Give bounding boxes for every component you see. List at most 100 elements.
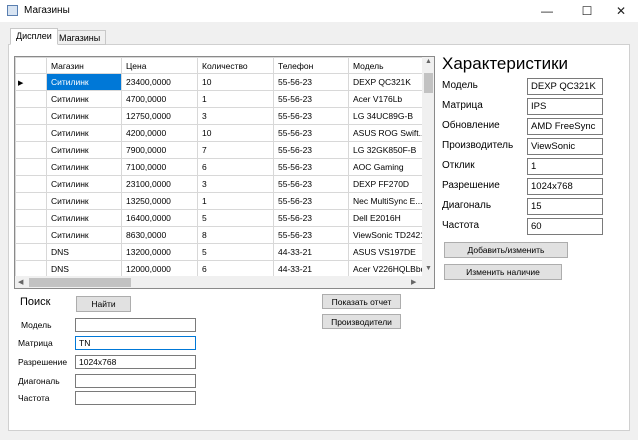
grid-cell[interactable]: 12000,0000: [121, 260, 198, 278]
close-button[interactable]: ✕: [606, 0, 636, 22]
grid-cell[interactable]: 8630,0000: [121, 226, 198, 244]
table-row[interactable]: Ситилинк 12750,0000 3 55-56-23 LG 34UC89G-B: [15, 107, 431, 125]
grid-cell[interactable]: 23400,0000: [121, 73, 198, 91]
grid-cell[interactable]: Ситилинк: [46, 226, 122, 244]
grid-cell[interactable]: Dell E2016H: [348, 209, 431, 227]
table-row[interactable]: Ситилинк 7100,0000 6 55-56-23 AOC Gaming: [15, 158, 431, 176]
grid-cell[interactable]: 55-56-23: [273, 90, 349, 108]
table-row[interactable]: Ситилинк 4700,0000 1 55-56-23 Acer V176Lb: [15, 90, 431, 108]
grid-cell[interactable]: Ситилинк: [46, 124, 122, 142]
grid-cell[interactable]: 8: [197, 226, 274, 244]
row-header[interactable]: [15, 90, 47, 108]
table-row[interactable]: DNS 12000,0000 6 44-33-21 Acer V226HQLBbd: [15, 260, 431, 278]
row-header[interactable]: [15, 243, 47, 261]
grid-cell[interactable]: 55-56-23: [273, 107, 349, 125]
table-row[interactable]: Ситилинк 13250,0000 1 55-56-23 Nec MultiSync…: [15, 192, 431, 210]
grid-cell[interactable]: 6: [197, 158, 274, 176]
grid-cell[interactable]: Ситилинк: [46, 192, 122, 210]
grid-cell[interactable]: 13250,0000: [121, 192, 198, 210]
table-row[interactable]: Ситилинк 23100,0000 3 55-56-23 DEXP FF270D: [15, 175, 431, 193]
grid-cell[interactable]: Acer V226HQLBbd: [348, 260, 431, 278]
minimize-button[interactable]: —: [532, 0, 562, 22]
spec-input[interactable]: IPS: [527, 98, 603, 115]
search-input[interactable]: 1024x768: [75, 355, 196, 369]
grid-cell[interactable]: Ситилинк: [46, 141, 122, 159]
find-button[interactable]: Найти: [76, 296, 131, 312]
scroll-left-icon[interactable]: ◀: [18, 278, 23, 286]
grid-cell[interactable]: 4700,0000: [121, 90, 198, 108]
grid-cell[interactable]: 6: [197, 260, 274, 278]
grid-cell[interactable]: 55-56-23: [273, 226, 349, 244]
add-edit-button[interactable]: Добавить/изменить: [444, 242, 568, 258]
grid-cell[interactable]: 55-56-23: [273, 192, 349, 210]
table-row[interactable]: Ситилинк 8630,0000 8 55-56-23 ViewSonic TD24…: [15, 226, 431, 244]
vertical-scroll-thumb[interactable]: [424, 73, 433, 93]
grid-cell[interactable]: Ситилинк: [46, 158, 122, 176]
spec-input[interactable]: 1: [527, 158, 603, 175]
row-header[interactable]: [15, 209, 47, 227]
table-row[interactable]: Ситилинк 16400,0000 5 55-56-23 Dell E2016H: [15, 209, 431, 227]
manufacturers-button[interactable]: Производители: [322, 314, 401, 329]
grid-cell[interactable]: 10: [197, 73, 274, 91]
row-header[interactable]: [15, 226, 47, 244]
tab-shops[interactable]: Магазины: [53, 30, 107, 45]
grid-cell[interactable]: 23100,0000: [121, 175, 198, 193]
grid-cell[interactable]: 10: [197, 124, 274, 142]
table-row[interactable]: Ситилинк 7900,0000 7 55-56-23 LG 32GK850F-B: [15, 141, 431, 159]
grid-cell[interactable]: 4200,0000: [121, 124, 198, 142]
spec-input[interactable]: 60: [527, 218, 603, 235]
grid-cell[interactable]: Ситилинк: [46, 73, 122, 91]
row-header[interactable]: [15, 175, 47, 193]
row-header[interactable]: [15, 141, 47, 159]
column-header[interactable]: Телефон: [273, 57, 349, 74]
search-input[interactable]: [75, 318, 196, 332]
grid-cell[interactable]: LG 34UC89G-B: [348, 107, 431, 125]
grid-cell[interactable]: 5: [197, 243, 274, 261]
grid-cell[interactable]: 1: [197, 192, 274, 210]
column-header[interactable]: Магазин: [46, 57, 122, 74]
grid-cell[interactable]: 55-56-23: [273, 73, 349, 91]
search-input[interactable]: [75, 374, 196, 388]
tab-displays[interactable]: Дисплеи: [10, 28, 58, 45]
column-header[interactable]: Цена: [121, 57, 198, 74]
row-header[interactable]: [15, 158, 47, 176]
column-header[interactable]: Количество: [197, 57, 274, 74]
grid-cell[interactable]: 7: [197, 141, 274, 159]
row-header[interactable]: [15, 107, 47, 125]
spec-input[interactable]: DEXP QC321K: [527, 78, 603, 95]
grid-cell[interactable]: Acer V176Lb: [348, 90, 431, 108]
data-grid[interactable]: Магазин Цена Количество Телефон Модель ▶ Сити…: [14, 56, 435, 289]
grid-cell[interactable]: 55-56-23: [273, 209, 349, 227]
grid-cell[interactable]: ASUS VS197DE: [348, 243, 431, 261]
grid-cell[interactable]: Nec MultiSync E...: [348, 192, 431, 210]
grid-cell[interactable]: 1: [197, 90, 274, 108]
search-input[interactable]: TN: [75, 336, 196, 350]
grid-cell[interactable]: DNS: [46, 260, 122, 278]
grid-cell[interactable]: 16400,0000: [121, 209, 198, 227]
grid-cell[interactable]: 55-56-23: [273, 158, 349, 176]
grid-cell[interactable]: DEXP QC321K: [348, 73, 431, 91]
grid-cell[interactable]: Ситилинк: [46, 175, 122, 193]
grid-cell[interactable]: 44-33-21: [273, 243, 349, 261]
spec-input[interactable]: ViewSonic: [527, 138, 603, 155]
spec-input[interactable]: 1024x768: [527, 178, 603, 195]
row-header[interactable]: ▶: [15, 73, 47, 91]
table-row[interactable]: DNS 13200,0000 5 44-33-21 ASUS VS197DE: [15, 243, 431, 261]
grid-cell[interactable]: AOC Gaming: [348, 158, 431, 176]
grid-cell[interactable]: Ситилинк: [46, 90, 122, 108]
show-report-button[interactable]: Показать отчет: [322, 294, 401, 309]
grid-cell[interactable]: 55-56-23: [273, 175, 349, 193]
grid-cell[interactable]: Ситилинк: [46, 209, 122, 227]
grid-cell[interactable]: 7900,0000: [121, 141, 198, 159]
grid-cell[interactable]: Ситилинк: [46, 107, 122, 125]
grid-cell[interactable]: ASUS ROG Swift...: [348, 124, 431, 142]
grid-cell[interactable]: 3: [197, 175, 274, 193]
grid-cell[interactable]: DEXP FF270D: [348, 175, 431, 193]
row-header[interactable]: [15, 192, 47, 210]
table-row[interactable]: ▶ Ситилинк 23400,0000 10 55-56-23 DEXP QC321K: [15, 73, 431, 91]
grid-cell[interactable]: 12750,0000: [121, 107, 198, 125]
horizontal-scroll-thumb[interactable]: [29, 278, 131, 287]
spec-input[interactable]: 15: [527, 198, 603, 215]
column-header[interactable]: Модель: [348, 57, 431, 74]
grid-cell[interactable]: 5: [197, 209, 274, 227]
